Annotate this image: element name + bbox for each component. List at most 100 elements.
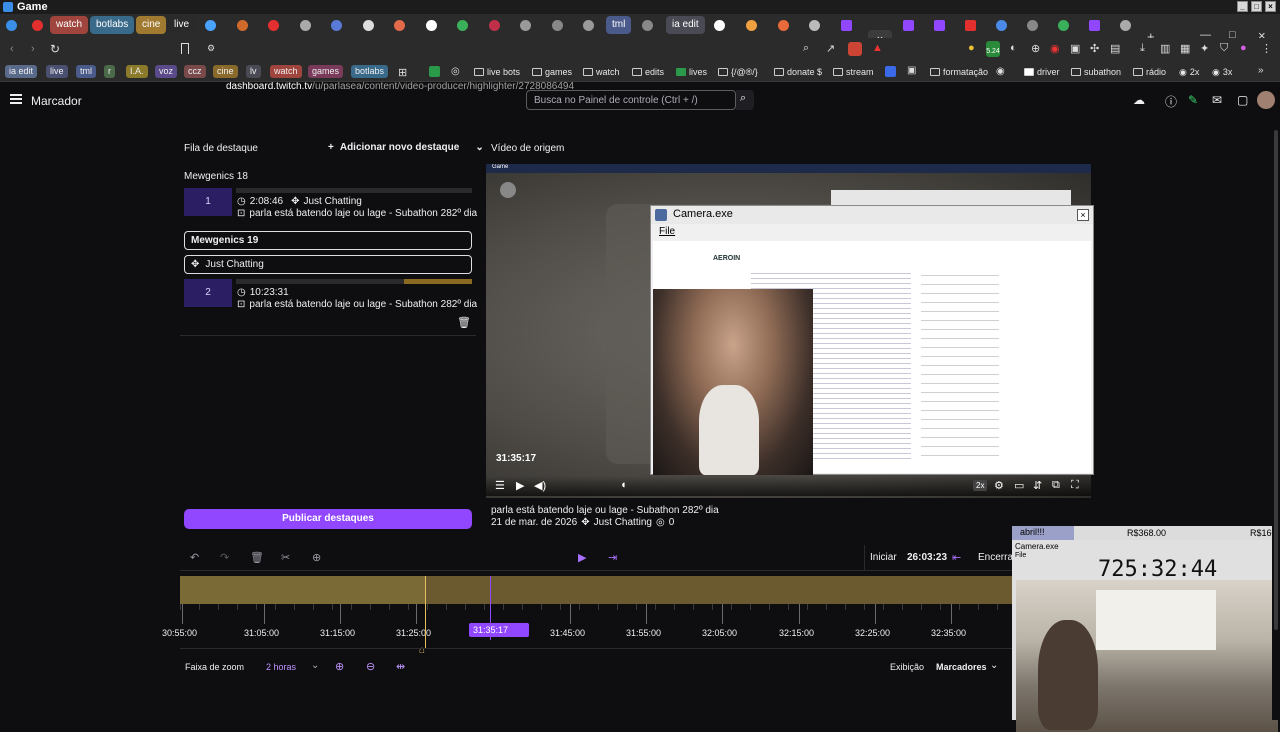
twitch-tab-icon[interactable] xyxy=(841,20,852,31)
zoom-select[interactable]: 2 horas xyxy=(266,662,296,672)
camera-file-menu[interactable]: File xyxy=(659,226,675,237)
bookmark-chip[interactable]: tml xyxy=(76,65,96,78)
puzzle-icon[interactable]: ✣ xyxy=(1090,42,1099,55)
search-input[interactable]: Busca no Painel de controle (Ctrl + /) xyxy=(526,90,736,110)
start-time[interactable]: 26:03:23 xyxy=(907,552,947,563)
back-icon[interactable]: ‹ xyxy=(10,43,14,55)
notifications-icon[interactable]: ☁ xyxy=(1133,93,1145,107)
tab-icon[interactable] xyxy=(520,20,531,31)
pin-icon[interactable]: ✎ xyxy=(1188,93,1198,107)
bookmark-icon[interactable]: ▣ xyxy=(907,65,916,76)
set-start-icon[interactable]: ⇤ xyxy=(952,551,961,564)
fullscreen-icon[interactable]: ⛶ xyxy=(1071,479,1079,492)
tab-icon[interactable] xyxy=(6,20,17,31)
tab-live[interactable]: live xyxy=(168,16,196,34)
bookmark-chip[interactable]: ia edit xyxy=(5,65,38,78)
tab-icon[interactable] xyxy=(778,20,789,31)
bookmark-chip[interactable]: live xyxy=(46,65,68,78)
shield-icon[interactable]: ⛉ xyxy=(1220,42,1228,55)
tab-icon[interactable] xyxy=(642,20,653,31)
chevron-down-icon[interactable]: ⌄ xyxy=(990,660,998,671)
view-select[interactable]: Marcadores xyxy=(936,662,987,672)
bookmark-chip[interactable]: games xyxy=(308,65,344,78)
highlight-number[interactable]: 2 xyxy=(184,279,232,307)
extension-icon[interactable]: ⊕ xyxy=(1031,42,1040,55)
bookmark-icon[interactable] xyxy=(885,66,896,77)
extension-icon[interactable] xyxy=(848,42,862,56)
undo-icon[interactable]: ↶ xyxy=(190,551,199,564)
skip-end-icon[interactable]: ⇥ xyxy=(608,551,617,564)
more-bookmarks-icon[interactable]: » xyxy=(1258,65,1264,76)
bookmark-folder[interactable]: live bots xyxy=(474,67,520,77)
bookmark-icon[interactable]: ◎ xyxy=(451,66,460,77)
bookmark-chip[interactable]: r xyxy=(104,65,115,78)
scissors-icon[interactable]: ✂ xyxy=(281,551,290,564)
play-icon[interactable]: ▶ xyxy=(516,479,524,492)
search-icon[interactable]: ⌕ xyxy=(803,42,809,55)
tab-icon[interactable] xyxy=(996,20,1007,31)
trash-icon[interactable]: 🗑 xyxy=(250,551,264,564)
search-button[interactable]: ⌕ xyxy=(736,90,754,110)
chapters-icon[interactable]: ☰ xyxy=(495,479,505,492)
twitch-tab-icon[interactable] xyxy=(1089,20,1100,31)
bookmark-chip[interactable]: watch xyxy=(270,65,302,78)
tab-icon[interactable] xyxy=(1120,20,1131,31)
menu-icon[interactable]: ⋮ xyxy=(1261,42,1272,55)
tab-icon[interactable] xyxy=(268,20,279,31)
tab-icon[interactable] xyxy=(552,20,563,31)
zoom-out-icon[interactable]: ⊖ xyxy=(366,660,375,673)
timeline-track[interactable] xyxy=(180,576,1012,604)
bookmark-folder[interactable]: {/@®/} xyxy=(718,67,758,77)
tab-icon[interactable] xyxy=(1027,20,1038,31)
redo-icon[interactable]: ↷ xyxy=(220,551,229,564)
avatar[interactable] xyxy=(1257,91,1275,109)
marker-icon[interactable]: ⌂ xyxy=(419,645,425,656)
tab-ia-edit[interactable]: ia edit xyxy=(666,16,705,34)
bookmark-folder[interactable]: donate $ xyxy=(774,67,822,77)
extension-icon[interactable]: ▤ xyxy=(1110,42,1120,55)
zoom-in-icon[interactable]: ⊕ xyxy=(335,660,344,673)
bookmark-folder[interactable]: ◉ 3x xyxy=(1212,67,1232,78)
theater-icon[interactable]: ▭ xyxy=(1014,479,1024,492)
extension-icon[interactable]: ✦ xyxy=(1200,42,1209,55)
bookmark-folder[interactable]: rádio xyxy=(1133,67,1166,77)
extension-icon[interactable]: ◉ xyxy=(1050,42,1060,55)
tab-cine[interactable]: cine xyxy=(136,16,167,34)
download-icon[interactable]: ⤓ xyxy=(1140,42,1145,55)
extension-badge[interactable]: 5.24 xyxy=(986,41,1000,57)
hamburger-menu-icon[interactable] xyxy=(10,94,22,104)
url-field[interactable]: dashboard.twitch.tv/u/parlasea/content/v… xyxy=(226,81,574,92)
bookmark-chip[interactable]: ccz xyxy=(184,65,206,78)
tab-icon[interactable] xyxy=(457,20,468,31)
highlight-number[interactable]: 1 xyxy=(184,188,232,216)
inbox-icon[interactable]: ✉ xyxy=(1212,93,1222,107)
bookmark-icon[interactable]: ◉ xyxy=(996,66,1005,77)
speed-button[interactable]: 2x xyxy=(973,480,988,491)
reload-icon[interactable]: ↻ xyxy=(50,42,60,56)
extension-icon[interactable]: ◐ xyxy=(1010,42,1017,54)
tab-tml[interactable]: tml xyxy=(606,16,632,34)
page-scrollbar[interactable] xyxy=(1272,118,1280,720)
bookmark-chip[interactable]: cine xyxy=(213,65,238,78)
bookmark-icon[interactable] xyxy=(181,43,189,54)
record-icon[interactable] xyxy=(32,20,43,31)
bulb-icon[interactable]: ● xyxy=(968,42,975,54)
bookmark-folder[interactable]: edits xyxy=(632,67,664,77)
twitch-tab-icon[interactable] xyxy=(934,20,945,31)
settings-icon[interactable]: ⚙ xyxy=(994,479,1004,492)
camera-close-button[interactable]: × xyxy=(1077,209,1089,221)
tab-icon[interactable] xyxy=(714,20,725,31)
tab-icon[interactable] xyxy=(746,20,757,31)
bookmark-folder[interactable]: games xyxy=(532,67,572,77)
chevron-down-icon[interactable]: ⌄ xyxy=(311,660,319,671)
bookmark-chip[interactable]: I.A. xyxy=(126,65,148,78)
bookmark-folder[interactable]: formatação xyxy=(930,67,988,77)
bookmark-chip[interactable]: lv xyxy=(246,65,261,78)
tab-watch[interactable]: watch xyxy=(50,16,89,34)
tab-icon[interactable] xyxy=(300,20,311,31)
tab-icon[interactable] xyxy=(583,20,594,31)
tab-icon[interactable] xyxy=(426,20,437,31)
volume-icon[interactable]: ◀) xyxy=(534,479,546,492)
bookmark-folder[interactable]: ◉ 2x xyxy=(1179,67,1199,78)
bookmark-folder[interactable]: stream xyxy=(833,67,874,77)
